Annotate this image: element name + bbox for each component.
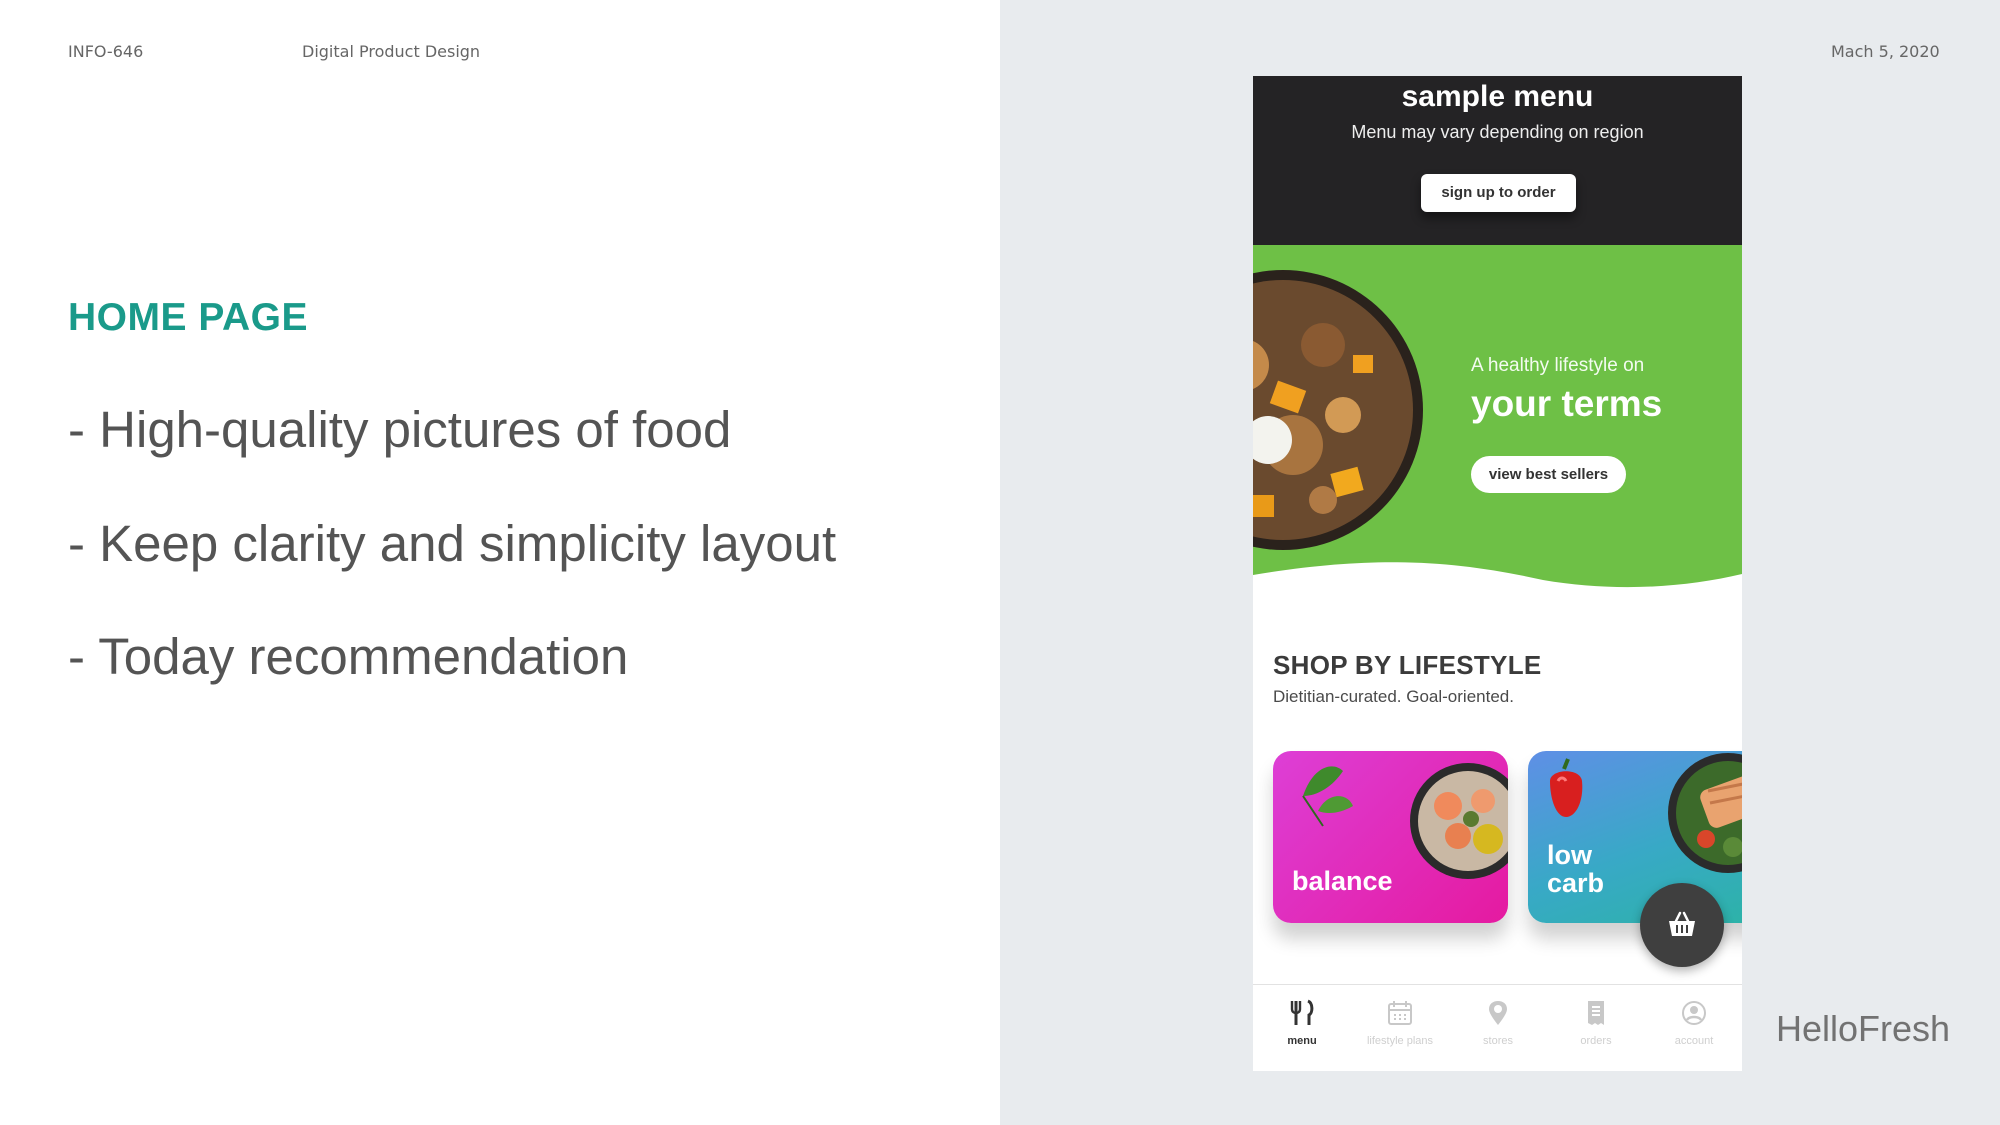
view-best-sellers-button[interactable]: view best sellers (1471, 456, 1626, 493)
tab-orders[interactable]: orders (1547, 985, 1645, 1071)
phone-screen: sample menu Menu may vary depending on r… (1253, 76, 1742, 1071)
tab-account[interactable]: account (1645, 985, 1742, 1071)
tab-label: orders (1580, 1035, 1612, 1047)
menu-subtitle: Menu may vary depending on region (1351, 122, 1644, 142)
bullet-point: - Today recommendation (68, 628, 629, 685)
red-pepper-icon (1550, 758, 1583, 817)
low-carb-card-label: low carb (1547, 841, 1604, 897)
calendar-icon (1388, 1001, 1412, 1025)
menu-title: sample menu (1401, 80, 1594, 113)
tab-label: lifestyle plans (1366, 1035, 1434, 1047)
brand-name: HelloFresh (1776, 1008, 1951, 1049)
sign-up-button[interactable]: sign up to order (1421, 174, 1576, 212)
course-code: INFO-646 (68, 42, 144, 61)
hero-background (1253, 245, 1742, 588)
phone-header: sample menu Menu may vary depending on r… (1253, 76, 1742, 245)
tab-label: menu (1287, 1035, 1317, 1047)
slide-date: Mach 5, 2020 (1831, 42, 1940, 61)
shrimp-bowl-image (1410, 763, 1508, 879)
basil-leaf-icon (1302, 766, 1353, 827)
tab-stores[interactable]: stores (1449, 985, 1547, 1071)
cart-button[interactable] (1640, 883, 1724, 967)
shop-section-title: SHOP BY LIFESTYLE (1273, 650, 1542, 680)
receipt-icon (1588, 1001, 1604, 1025)
fork-knife-icon (1290, 999, 1314, 1025)
low-carb-label-line: carb (1547, 868, 1605, 898)
tab-menu[interactable]: menu (1253, 985, 1351, 1071)
bottom-tab-bar: menu lifestyle plans stores orders accou… (1253, 984, 1742, 1071)
hero-tagline-small: A healthy lifestyle on (1471, 355, 1645, 376)
lifestyle-card-balance[interactable]: balance (1273, 751, 1508, 923)
user-icon (1682, 1001, 1706, 1025)
location-pin-icon (1489, 1001, 1507, 1025)
hero-banner: A healthy lifestyle on your terms view b… (1253, 245, 1742, 605)
course-subject: Digital Product Design (302, 42, 481, 61)
tab-lifestyle-plans[interactable]: lifestyle plans (1351, 985, 1449, 1071)
low-carb-label-line: low (1547, 840, 1592, 870)
balance-card-label: balance (1292, 866, 1393, 896)
basket-icon (1669, 911, 1695, 936)
bullet-point: - High-quality pictures of food (68, 401, 732, 458)
balance-card-image (1302, 763, 1508, 879)
tab-label: account (1674, 1035, 1714, 1047)
section-title: HOME PAGE (68, 296, 308, 339)
slide-left-panel: INFO-646 Digital Product Design HOME PAG… (0, 0, 1000, 1125)
hero-tagline-big: your terms (1471, 383, 1663, 424)
shop-section-subtitle: Dietitian-curated. Goal-oriented. (1273, 687, 1514, 706)
bullet-point: - Keep clarity and simplicity layout (68, 515, 837, 572)
salmon-bowl-image (1668, 753, 1742, 873)
tab-label: stores (1483, 1035, 1513, 1047)
